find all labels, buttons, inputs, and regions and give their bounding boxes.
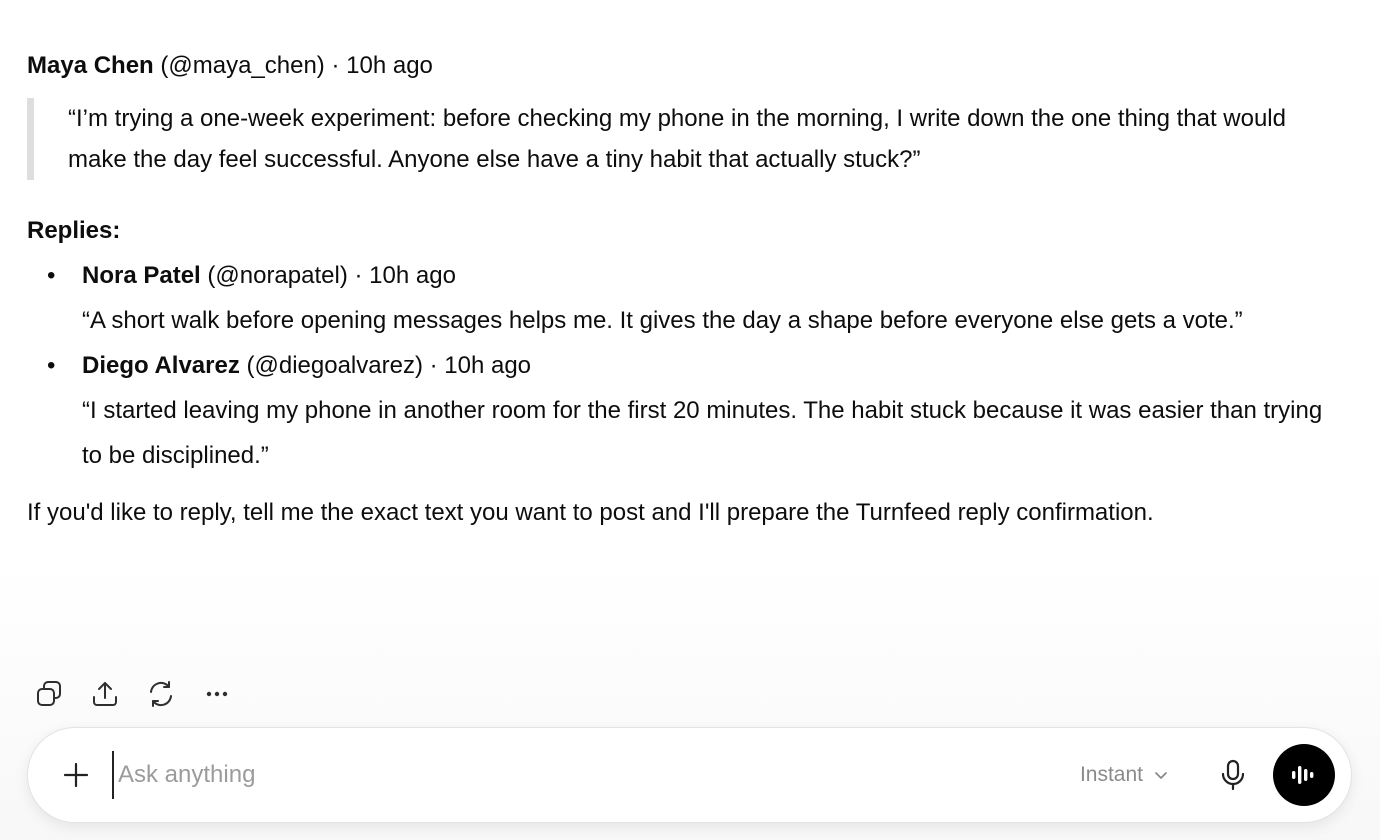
regenerate-icon <box>150 681 172 707</box>
more-icon <box>206 691 228 697</box>
model-selector[interactable]: Instant <box>1080 763 1169 787</box>
reply-header: Nora Patel (@norapatel) · 10h ago <box>82 253 1347 298</box>
reply-author-name: Nora Patel <box>82 262 201 289</box>
reply-time: 10h ago <box>369 262 456 289</box>
message-actions <box>27 672 251 716</box>
microphone-icon <box>1221 759 1245 791</box>
ask-input[interactable] <box>112 751 1080 799</box>
reply-time: 10h ago <box>444 352 532 379</box>
copy-button[interactable] <box>27 672 71 716</box>
attach-button[interactable] <box>52 751 100 799</box>
regenerate-button[interactable] <box>139 672 183 716</box>
assistant-message: Maya Chen (@maya_chen) · 10h ago “I’m tr… <box>27 40 1347 535</box>
chat-page: Maya Chen (@maya_chen) · 10h ago “I’m tr… <box>0 0 1380 840</box>
dictate-button[interactable] <box>1211 753 1255 797</box>
post-quote-text: “I’m trying a one-week experiment: befor… <box>68 105 1286 173</box>
reply-list: • Nora Patel (@norapatel) · 10h ago “A s… <box>27 253 1347 478</box>
model-label: Instant <box>1079 763 1143 786</box>
voice-waveform-icon <box>1292 766 1314 784</box>
post-quote: “I’m trying a one-week experiment: befor… <box>27 98 1318 180</box>
closing-text: If you'd like to reply, tell me the exac… <box>27 499 1154 526</box>
reply-item: • Diego Alvarez (@diegoalvarez) · 10h ag… <box>27 343 1347 478</box>
reply-separator: · <box>347 262 370 289</box>
post-separator: · <box>324 52 347 79</box>
reply-separator: · <box>422 352 445 379</box>
post-author-name: Maya Chen <box>27 52 154 79</box>
reply-text: “A short walk before opening messages he… <box>82 307 1243 334</box>
post-header: Maya Chen (@maya_chen) · 10h ago <box>27 40 1347 92</box>
reply-author-name: Diego Alvarez <box>82 352 240 379</box>
reply-author-handle: (@diegoalvarez) <box>246 352 423 379</box>
copy-icon <box>37 681 61 706</box>
bullet: • <box>47 262 56 289</box>
replies-heading: Replies: <box>27 217 121 244</box>
voice-mode-button[interactable] <box>1273 744 1335 806</box>
plus-icon <box>63 762 89 788</box>
share-button[interactable] <box>83 672 127 716</box>
post-author-handle: (@maya_chen) <box>160 52 325 79</box>
bullet: • <box>47 352 56 379</box>
reply-header: Diego Alvarez (@diegoalvarez) · 10h ago <box>82 343 1347 388</box>
composer: Instant <box>27 727 1352 823</box>
chevron-down-icon <box>1155 772 1167 779</box>
share-icon <box>93 682 117 706</box>
reply-item: • Nora Patel (@norapatel) · 10h ago “A s… <box>27 253 1347 343</box>
reply-author-handle: (@norapatel) <box>207 262 348 289</box>
reply-text: “I started leaving my phone in another r… <box>82 397 1323 469</box>
more-button[interactable] <box>195 672 239 716</box>
post-time: 10h ago <box>346 52 433 79</box>
